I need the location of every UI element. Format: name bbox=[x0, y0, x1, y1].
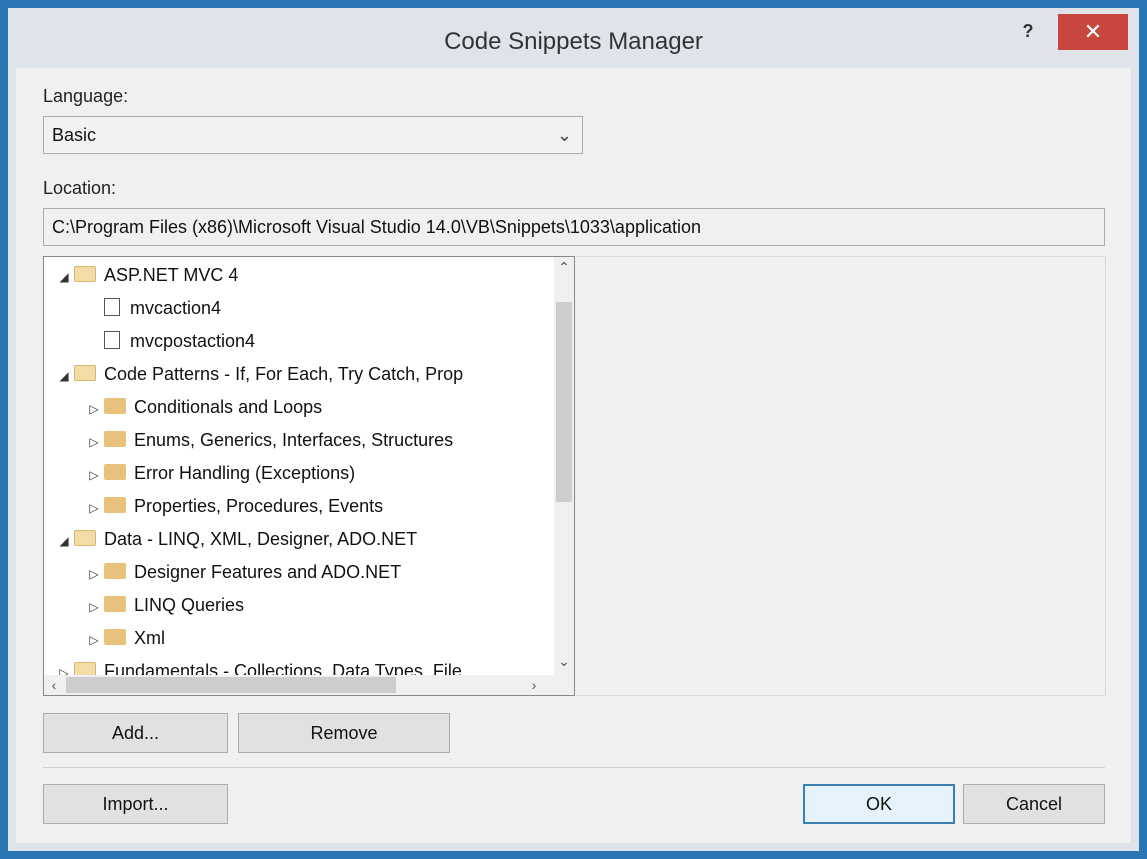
tree-item[interactable]: ◢ Data - LINQ, XML, Designer, ADO.NET bbox=[54, 523, 417, 555]
collapse-arrow-icon[interactable]: ◢ bbox=[54, 261, 74, 293]
open-folder-icon bbox=[74, 266, 96, 283]
close-button[interactable]: ✕ bbox=[1058, 14, 1128, 50]
tree-item-label: Data - LINQ, XML, Designer, ADO.NET bbox=[104, 529, 418, 549]
tree-item-label: Xml bbox=[134, 628, 165, 648]
tree-item-label: Properties, Procedures, Events bbox=[134, 496, 384, 516]
folder-icon bbox=[104, 596, 126, 613]
ok-button[interactable]: OK bbox=[803, 784, 955, 824]
dialog-body: Code Snippets Manager ? ✕ Language: Basi… bbox=[8, 8, 1139, 851]
add-button[interactable]: Add... bbox=[43, 713, 228, 753]
expand-arrow-icon[interactable]: ▷ bbox=[84, 393, 104, 425]
tree-item-label: LINQ Queries bbox=[134, 595, 245, 615]
expand-arrow-icon[interactable]: ▷ bbox=[84, 558, 104, 590]
location-path-field[interactable]: C:\Program Files (x86)\Microsoft Visual … bbox=[43, 208, 1105, 246]
dialog-window: Code Snippets Manager ? ✕ Language: Basi… bbox=[0, 0, 1147, 859]
tree-item-label: Error Handling (Exceptions) bbox=[134, 463, 356, 483]
remove-button[interactable]: Remove bbox=[238, 713, 450, 753]
tree-item-label: ASP.NET MVC 4 bbox=[104, 265, 239, 285]
tree-item[interactable]: mvcpostaction4 bbox=[84, 325, 255, 357]
folder-icon bbox=[104, 398, 126, 415]
collapse-arrow-icon[interactable]: ◢ bbox=[54, 360, 74, 392]
dialog-content: Language: Basic ⌄ Location: C:\Program F… bbox=[16, 68, 1131, 843]
language-label: Language: bbox=[43, 86, 129, 106]
scroll-right-icon[interactable]: › bbox=[524, 675, 544, 695]
tree-item-label: Conditionals and Loops bbox=[134, 397, 323, 417]
tree-item[interactable]: ▷ Fundamentals - Collections, Data Types,… bbox=[54, 655, 462, 677]
tree-item[interactable]: ▷ Designer Features and ADO.NET bbox=[84, 556, 401, 588]
scrollbar-corner bbox=[554, 675, 574, 695]
location-label: Location: bbox=[43, 178, 117, 198]
horizontal-scroll-thumb[interactable] bbox=[66, 677, 396, 693]
folder-icon bbox=[104, 629, 126, 646]
tree-item[interactable]: ◢ Code Patterns - If, For Each, Try Catch… bbox=[54, 358, 463, 390]
tree-item[interactable]: ▷ Properties, Procedures, Events bbox=[84, 490, 383, 522]
expand-arrow-icon[interactable]: ▷ bbox=[84, 492, 104, 524]
tree-item-label: Code Patterns - If, For Each, Try Catch,… bbox=[104, 364, 464, 384]
folder-icon bbox=[104, 431, 126, 448]
expand-arrow-icon[interactable]: ▷ bbox=[54, 657, 74, 677]
tree-rows: ◢ ASP.NET MVC 4 mvcaction4 mvcpostaction4 ◢ C… bbox=[44, 257, 554, 677]
tree-item[interactable]: ◢ ASP.NET MVC 4 bbox=[54, 259, 238, 291]
tree-item[interactable]: ▷ Error Handling (Exceptions) bbox=[84, 457, 355, 489]
window-title: Code Snippets Manager bbox=[444, 28, 703, 55]
vertical-scroll-thumb[interactable] bbox=[556, 302, 572, 502]
folder-icon bbox=[104, 464, 126, 481]
divider bbox=[43, 767, 1105, 768]
language-dropdown[interactable]: Basic ⌄ bbox=[43, 116, 583, 154]
tree-item-label: Enums, Generics, Interfaces, Structures bbox=[134, 430, 454, 450]
tree-item[interactable]: ▷ Enums, Generics, Interfaces, Structures bbox=[84, 424, 453, 456]
folder-icon bbox=[104, 497, 126, 514]
tree-item-label: mvcpostaction4 bbox=[130, 331, 256, 351]
expand-arrow-icon[interactable]: ▷ bbox=[84, 624, 104, 656]
cancel-button[interactable]: Cancel bbox=[963, 784, 1105, 824]
snippet-tree[interactable]: ◢ ASP.NET MVC 4 mvcaction4 mvcpostaction4 ◢ C… bbox=[43, 256, 575, 696]
snippet-details-pane bbox=[576, 256, 1106, 696]
import-button[interactable]: Import... bbox=[43, 784, 228, 824]
scroll-down-icon[interactable]: ⌄ bbox=[554, 653, 574, 670]
title-bar[interactable]: Code Snippets Manager ? ✕ bbox=[8, 8, 1139, 68]
snippet-file-icon bbox=[104, 331, 120, 350]
tree-item[interactable]: ▷ LINQ Queries bbox=[84, 589, 244, 621]
chevron-down-icon: ⌄ bbox=[556, 125, 572, 145]
open-folder-icon bbox=[74, 530, 96, 547]
expand-arrow-icon[interactable]: ▷ bbox=[84, 459, 104, 491]
help-button[interactable]: ? bbox=[1010, 16, 1046, 46]
language-selected-value: Basic bbox=[52, 125, 97, 145]
scroll-up-icon[interactable]: ⌃ bbox=[554, 259, 574, 276]
tree-item[interactable]: ▷ Conditionals and Loops bbox=[84, 391, 322, 423]
tree-item-label: mvcaction4 bbox=[130, 298, 222, 318]
tree-item[interactable]: mvcaction4 bbox=[84, 292, 221, 324]
expand-arrow-icon[interactable]: ▷ bbox=[84, 591, 104, 623]
horizontal-scrollbar[interactable]: ‹ › bbox=[44, 675, 554, 695]
tree-item[interactable]: ▷ Xml bbox=[84, 622, 165, 654]
vertical-scrollbar[interactable]: ⌃ ⌄ bbox=[554, 257, 574, 677]
scroll-left-icon[interactable]: ‹ bbox=[44, 675, 64, 695]
folder-icon bbox=[104, 563, 126, 580]
collapse-arrow-icon[interactable]: ◢ bbox=[54, 525, 74, 557]
expand-arrow-icon[interactable]: ▷ bbox=[84, 426, 104, 458]
snippet-file-icon bbox=[104, 298, 120, 317]
tree-item-label: Designer Features and ADO.NET bbox=[134, 562, 402, 582]
open-folder-icon bbox=[74, 365, 96, 382]
